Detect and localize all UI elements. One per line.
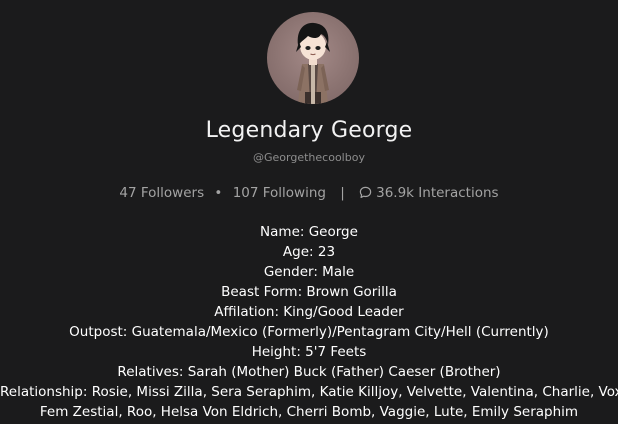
bio-line: Beast Form: Brown Gorilla — [221, 284, 397, 300]
bio-line: Relatives: Sarah (Mother) Buck (Father) … — [117, 364, 501, 380]
bio-line: Height: 5'7 Feets — [251, 344, 367, 360]
bio-line: Gender: Male — [263, 264, 355, 280]
bio-line: Age: 23 — [282, 244, 336, 260]
display-name: Legendary George — [205, 118, 413, 143]
bio: Name: George Age: 23 Gender: Male Beast … — [0, 222, 618, 422]
stats-separator: | — [340, 185, 345, 201]
bio-line: Relationship: Rosie, Missi Zilla, Sera S… — [0, 384, 618, 400]
chat-bubble-icon — [359, 186, 372, 199]
bio-line: Affilation: King/Good Leader — [214, 304, 404, 320]
interactions-group: 36.9k Interactions — [359, 185, 499, 201]
avatar[interactable] — [267, 12, 359, 104]
bio-line: Outpost: Guatemala/Mexico (Formerly)/Pen… — [69, 324, 549, 340]
stats-bar: 47 Followers • 107 Following | 36.9k Int… — [0, 185, 618, 201]
interactions-count: 36.9k Interactions — [376, 185, 499, 201]
stats-dot: • — [214, 185, 223, 201]
gacha-character-avatar-icon — [296, 22, 330, 104]
following-count[interactable]: 107 Following — [233, 185, 326, 201]
bio-line: Name: George — [260, 224, 358, 240]
user-handle: @Georgethecoolboy — [253, 151, 365, 164]
bio-line: Fem Zestial, Roo, Helsa Von Eldrich, Che… — [39, 404, 579, 420]
followers-count[interactable]: 47 Followers — [119, 185, 204, 201]
profile-card: Legendary George @Georgethecoolboy 47 Fo… — [0, 0, 618, 424]
